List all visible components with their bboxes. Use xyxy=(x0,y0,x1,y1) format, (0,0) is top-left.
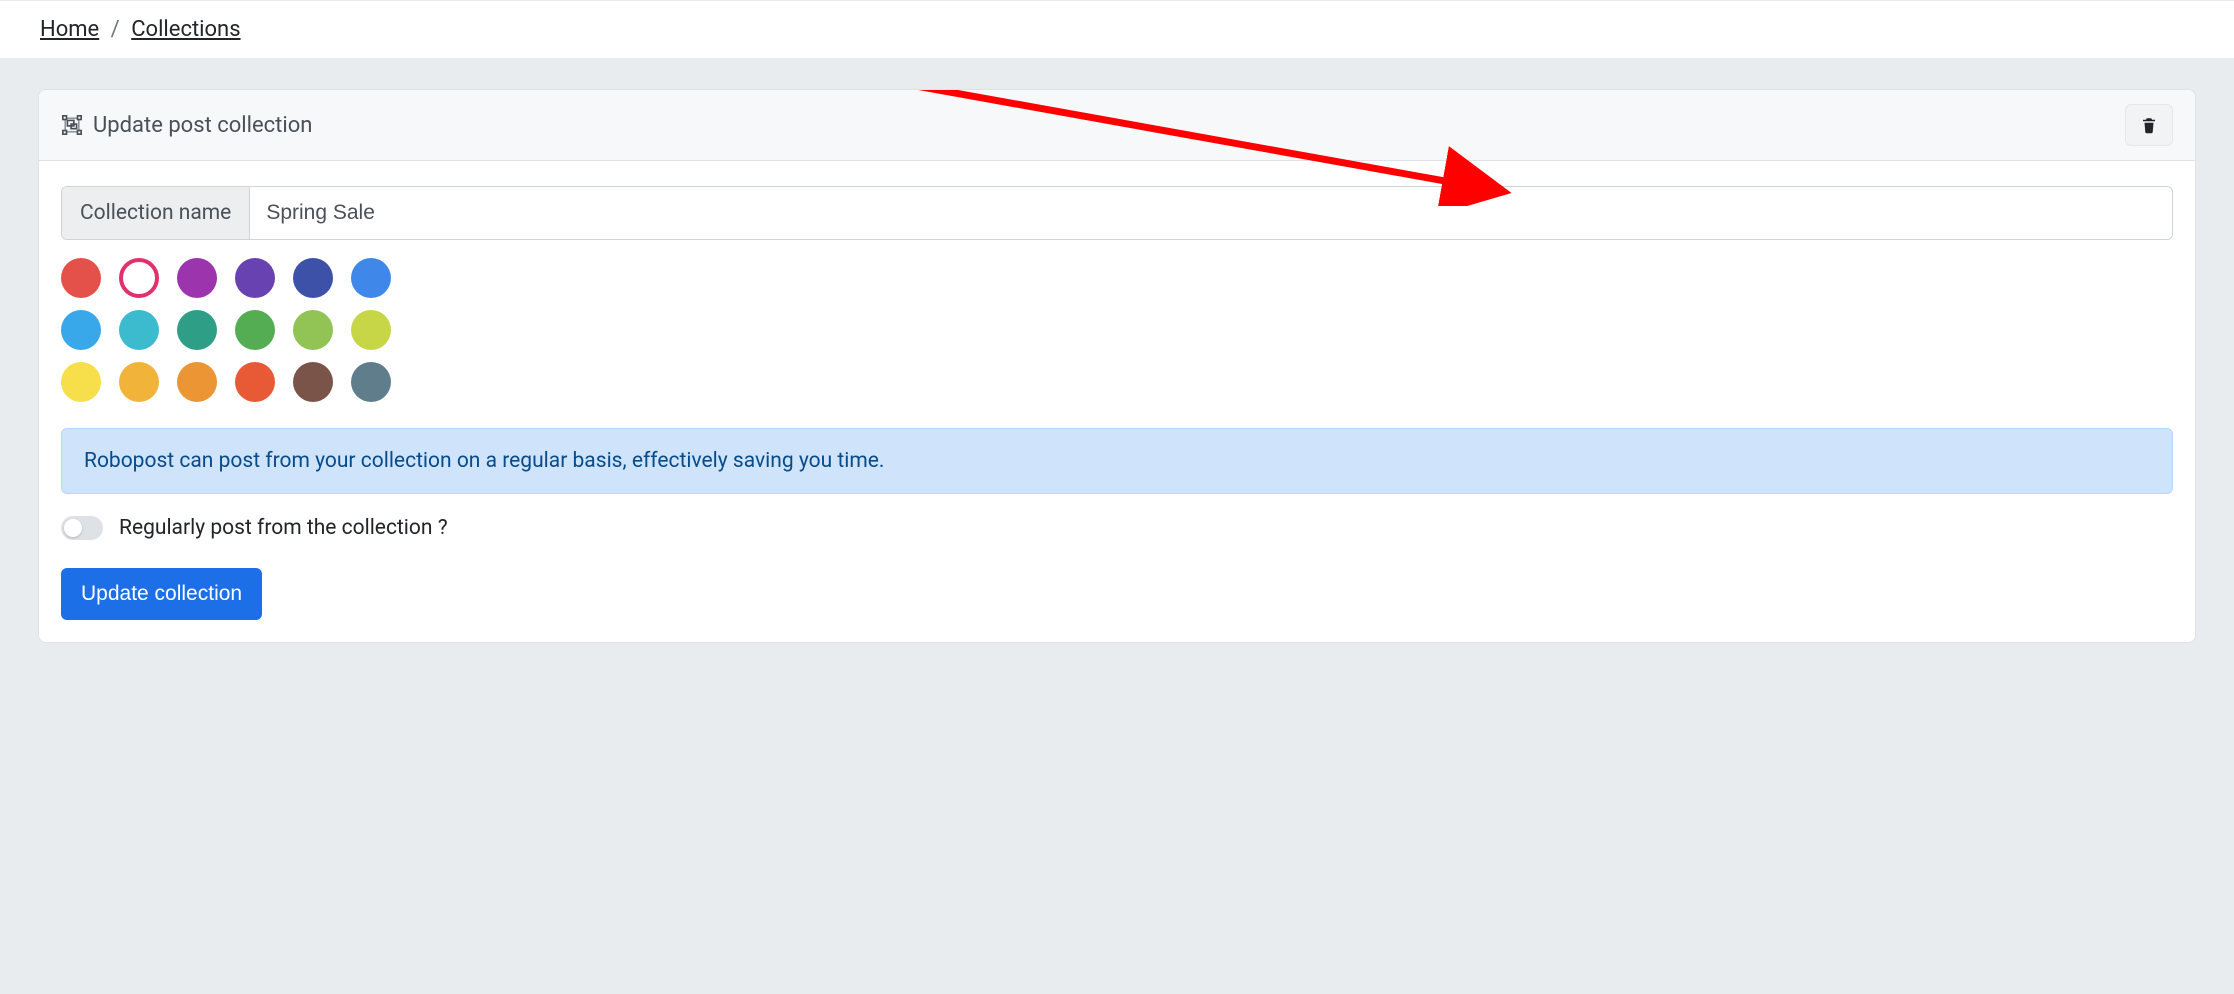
regular-post-toggle-label: Regularly post from the collection ? xyxy=(119,516,448,540)
collection-name-group: Collection name xyxy=(61,186,2173,240)
color-swatch[interactable] xyxy=(235,310,275,350)
color-swatch[interactable] xyxy=(119,258,159,298)
color-row-2 xyxy=(61,310,2173,350)
trash-icon xyxy=(2140,115,2158,135)
color-row-3 xyxy=(61,362,2173,402)
breadcrumb-collections-link[interactable]: Collections xyxy=(131,17,240,42)
color-swatch[interactable] xyxy=(177,258,217,298)
breadcrumb-home-link[interactable]: Home xyxy=(40,17,99,42)
color-swatch[interactable] xyxy=(293,310,333,350)
color-swatch[interactable] xyxy=(351,258,391,298)
color-swatch[interactable] xyxy=(351,310,391,350)
color-swatch[interactable] xyxy=(235,362,275,402)
content-wrapper: Update post collection Collection name xyxy=(0,59,2234,663)
color-swatch[interactable] xyxy=(235,258,275,298)
color-swatch[interactable] xyxy=(293,362,333,402)
color-picker xyxy=(61,258,2173,402)
color-row-1 xyxy=(61,258,2173,298)
card-body: Collection name Robopost can post from y… xyxy=(39,161,2195,642)
card-title: Update post collection xyxy=(93,113,312,138)
breadcrumb-bar: Home / Collections xyxy=(0,0,2234,59)
update-collection-card: Update post collection Collection name xyxy=(38,89,2196,643)
color-swatch[interactable] xyxy=(119,362,159,402)
color-swatch[interactable] xyxy=(61,310,101,350)
color-swatch[interactable] xyxy=(61,362,101,402)
color-swatch[interactable] xyxy=(293,258,333,298)
breadcrumb-separator: / xyxy=(111,17,120,42)
color-swatch[interactable] xyxy=(177,362,217,402)
regular-post-toggle-row: Regularly post from the collection ? xyxy=(61,516,2173,540)
color-swatch[interactable] xyxy=(61,258,101,298)
update-collection-button[interactable]: Update collection xyxy=(61,568,262,620)
color-swatch[interactable] xyxy=(351,362,391,402)
card-header: Update post collection xyxy=(39,90,2195,161)
breadcrumb: Home / Collections xyxy=(40,17,2194,42)
delete-button[interactable] xyxy=(2125,104,2173,146)
collection-name-label: Collection name xyxy=(62,187,250,239)
regular-post-toggle[interactable] xyxy=(61,516,103,540)
object-group-icon xyxy=(61,114,83,136)
color-swatch[interactable] xyxy=(119,310,159,350)
color-swatch[interactable] xyxy=(177,310,217,350)
collection-name-input[interactable] xyxy=(250,187,2172,239)
card-header-left: Update post collection xyxy=(61,113,312,138)
info-message: Robopost can post from your collection o… xyxy=(61,428,2173,494)
